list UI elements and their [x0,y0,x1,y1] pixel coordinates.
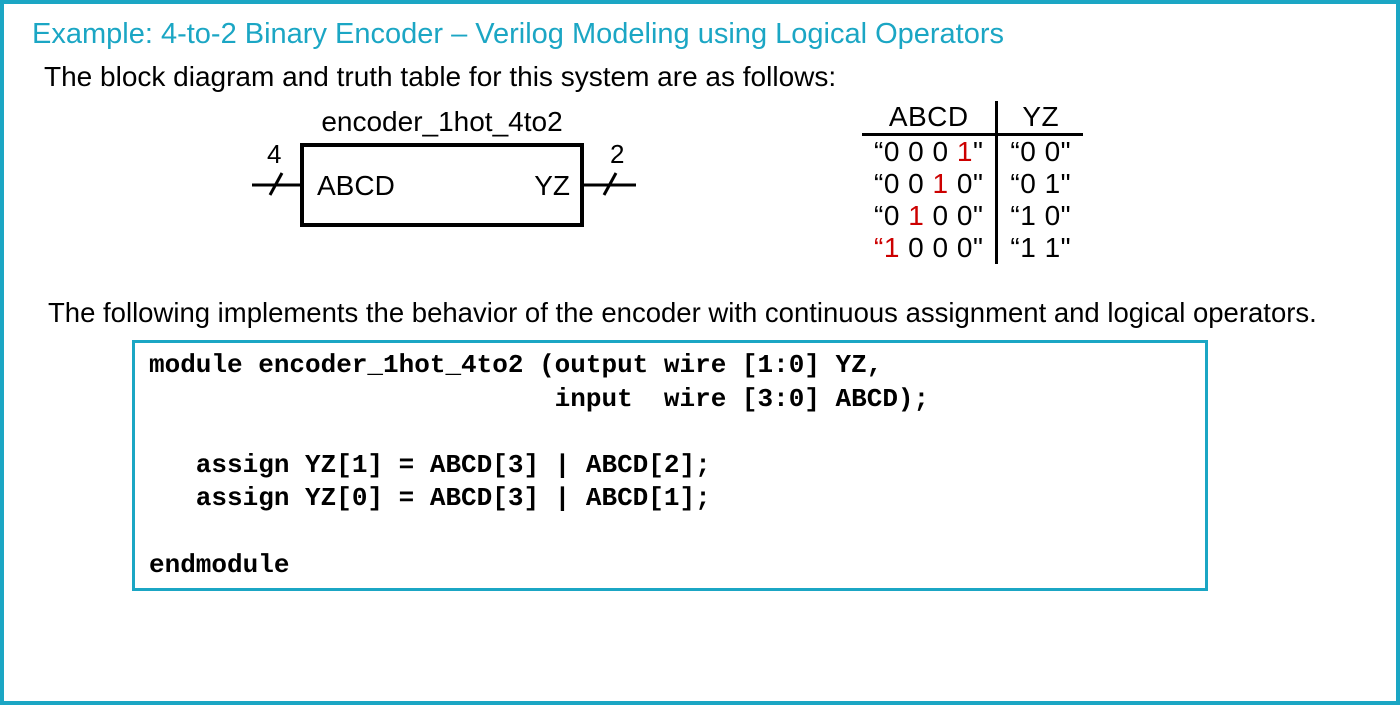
truth-row: “0 0 0 1" “0 0" [862,135,1083,169]
followup-text: The following implements the behavior of… [48,296,1368,330]
truth-table: ABCD YZ “0 0 0 1" “0 0" “0 0 1 0" “0 1" … [862,101,1083,264]
figure-title: Example: 4-to-2 Binary Encoder – Verilog… [32,18,1368,51]
output-port-label: YZ [534,170,570,201]
output-bus-width: 2 [610,139,624,169]
module-label: encoder_1hot_4to2 [321,106,562,137]
input-port-label: ABCD [317,170,395,201]
truth-hdr-out: YZ [997,101,1083,135]
diagrams-row: encoder_1hot_4to2 4 2 ABCD YZ ABCD [32,101,1368,278]
truth-row: “0 1 0 0" “1 0" [862,200,1083,232]
figure-panel: Example: 4-to-2 Binary Encoder – Verilog… [0,0,1400,705]
truth-row: “1 0 0 0" “1 1" [862,232,1083,264]
intro-text: The block diagram and truth table for th… [44,61,1368,93]
block-diagram: encoder_1hot_4to2 4 2 ABCD YZ [232,103,692,278]
truth-hdr-in: ABCD [862,101,997,135]
truth-row: “0 0 1 0" “0 1" [862,168,1083,200]
verilog-code: module encoder_1hot_4to2 (output wire [1… [132,340,1208,591]
input-bus-width: 4 [267,139,281,169]
